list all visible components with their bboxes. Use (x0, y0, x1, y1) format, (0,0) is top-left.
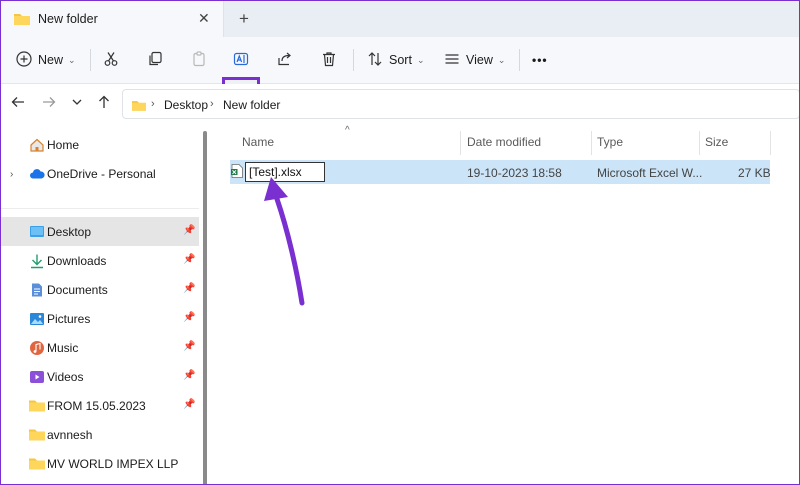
annotation-arrow (264, 177, 305, 306)
file-explorer-window: New folder ✕ + New ⌄ Sort ⌄ View ⌄ ••• ›… (0, 0, 800, 485)
